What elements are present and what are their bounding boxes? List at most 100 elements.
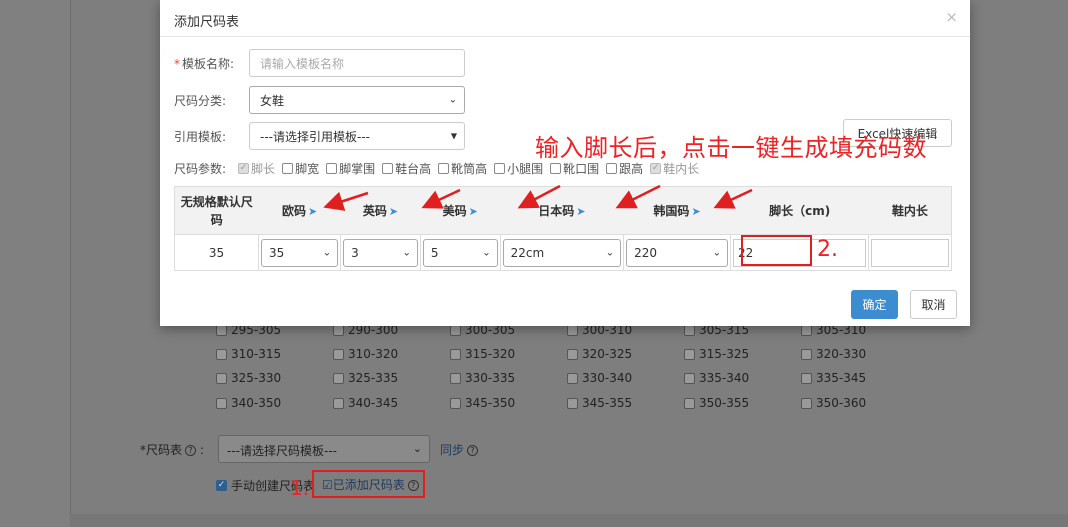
checkbox-icon [684, 324, 695, 336]
param-checkbox[interactable]: 脚宽 [282, 160, 319, 177]
help-icon[interactable]: ? [185, 445, 197, 456]
size-range-checkbox[interactable]: 335-340 [684, 371, 749, 385]
checkbox-icon [216, 397, 227, 409]
add-size-table-modal: 添加尺码表 × * 模板名称: 请输入模板名称 尺码分类: 女鞋 ⌄ 引用模板: … [160, 0, 970, 326]
chevron-down-icon: ⌄ [482, 247, 491, 258]
size-template-select[interactable]: ---请选择尺码模板--- ⌄ [218, 435, 430, 463]
jp-size-select[interactable]: 22cm ⌄ [502, 238, 622, 267]
uk-size-select[interactable]: 3 ⌄ [343, 238, 418, 267]
size-range-checkbox[interactable]: 330-335 [450, 371, 515, 385]
chevron-down-icon: ⌄ [712, 247, 721, 258]
confirm-button[interactable]: 确定 [851, 290, 898, 319]
checkbox-icon [333, 348, 344, 360]
param-checkbox[interactable]: 脚掌围 [326, 160, 375, 177]
ref-template-select[interactable]: ---请选择引用模板--- ▼ [249, 122, 465, 150]
table-header-cell: 鞋内长 [868, 186, 952, 235]
size-range-checkbox[interactable]: 330-340 [567, 371, 632, 385]
category-label: 尺码分类: [174, 94, 227, 108]
table-header-cell: 美码 ➤ [420, 186, 501, 235]
modal-title: 添加尺码表 [174, 15, 240, 30]
checkbox-icon [333, 397, 344, 409]
checkbox-icon [567, 348, 578, 360]
us-size-select[interactable]: 5 ⌄ [422, 238, 498, 267]
size-range-checkbox[interactable]: 320-330 [801, 347, 866, 361]
checkbox-icon [216, 348, 227, 360]
size-range-checkbox[interactable]: 325-335 [333, 371, 398, 385]
size-range-checkbox[interactable]: 345-355 [567, 396, 632, 410]
checkbox-icon [801, 348, 812, 360]
chevron-down-icon: ⌄ [448, 94, 457, 106]
checkbox-icon [801, 372, 812, 384]
size-range-checkbox[interactable]: 310-315 [216, 347, 281, 361]
size-range-checkbox[interactable]: 350-355 [684, 396, 749, 410]
checkbox-icon [450, 348, 461, 360]
send-icon[interactable]: ➤ [691, 205, 700, 218]
param-checkbox[interactable]: 鞋台高 [382, 160, 431, 177]
sync-link[interactable]: 同步? [440, 441, 479, 458]
checkbox-icon [801, 397, 812, 409]
checkbox-icon [216, 372, 227, 384]
checkbox-icon [282, 163, 294, 174]
size-range-checkbox[interactable]: 340-345 [333, 396, 398, 410]
annotation-box-added-link [312, 470, 425, 498]
checkbox-icon [333, 324, 344, 336]
send-icon[interactable]: ➤ [469, 205, 478, 218]
help-icon[interactable]: ? [467, 445, 479, 456]
send-icon[interactable]: ➤ [308, 205, 317, 218]
cancel-button[interactable]: 取消 [910, 290, 957, 319]
caret-down-icon: ▼ [450, 131, 457, 141]
annotation-box-foot-length [741, 235, 812, 266]
checkbox-icon [333, 372, 344, 384]
ref-template-label: 引用模板: [174, 130, 227, 144]
close-icon[interactable]: × [945, 8, 958, 26]
modal-header: 添加尺码表 × [160, 0, 970, 37]
checkbox-icon [550, 163, 562, 174]
category-select[interactable]: 女鞋 ⌄ [249, 86, 465, 114]
checkbox-icon [494, 163, 506, 174]
eu-size-select[interactable]: 35 ⌄ [261, 238, 339, 267]
send-icon[interactable]: ➤ [389, 205, 398, 218]
chevron-down-icon: ⌄ [402, 247, 411, 258]
size-range-checkbox[interactable]: 315-325 [684, 347, 749, 361]
annotation-step1: 1. [290, 476, 310, 500]
checkbox-icon [567, 324, 578, 336]
template-name-input[interactable]: 请输入模板名称 [249, 49, 465, 77]
checkbox-icon [684, 397, 695, 409]
size-range-checkbox[interactable]: 315-320 [450, 347, 515, 361]
size-range-checkbox[interactable]: 320-325 [567, 347, 632, 361]
size-range-checkbox[interactable]: 350-360 [801, 396, 866, 410]
table-header-cell: 欧码 ➤ [258, 186, 341, 235]
table-header-cell: 脚长（cm) [730, 186, 869, 235]
checkbox-icon [567, 372, 578, 384]
size-range-checkbox[interactable]: 335-345 [801, 371, 866, 385]
checkbox-icon [238, 163, 250, 174]
kr-size-select[interactable]: 220 ⌄ [626, 238, 728, 267]
annotation-step2: 2. [817, 237, 838, 262]
checkbox-checked-icon: ✓ [216, 480, 227, 491]
table-header-cell: 英码 ➤ [340, 186, 421, 235]
checkbox-icon [684, 372, 695, 384]
chevron-down-icon: ⌄ [322, 247, 332, 258]
table-header-cell: 韩国码 ➤ [623, 186, 731, 235]
checkbox-icon [450, 324, 461, 336]
checkbox-icon [382, 163, 394, 174]
table-header-cell: 无规格默认尺码 [174, 186, 259, 235]
inner-length-input[interactable] [871, 238, 949, 267]
chevron-down-icon: ⌄ [605, 247, 615, 258]
param-checkbox[interactable]: 靴筒高 [438, 160, 487, 177]
send-icon[interactable]: ➤ [576, 205, 585, 218]
size-range-checkbox[interactable]: 310-320 [333, 347, 398, 361]
checkbox-icon [438, 163, 450, 174]
size-params-label: 尺码参数: [174, 162, 227, 176]
size-range-checkbox[interactable]: 340-350 [216, 396, 281, 410]
size-range-checkbox[interactable]: 325-330 [216, 371, 281, 385]
checkbox-icon [216, 324, 227, 336]
param-checkbox: 脚长 [238, 160, 275, 177]
checkbox-icon [450, 397, 461, 409]
size-range-checkbox[interactable]: 345-350 [450, 396, 515, 410]
checkbox-icon [326, 163, 338, 174]
chevron-down-icon: ⌄ [412, 442, 422, 455]
table-header-cell: 日本码 ➤ [500, 186, 624, 235]
checkbox-icon [801, 324, 812, 336]
checkbox-icon [650, 163, 662, 174]
